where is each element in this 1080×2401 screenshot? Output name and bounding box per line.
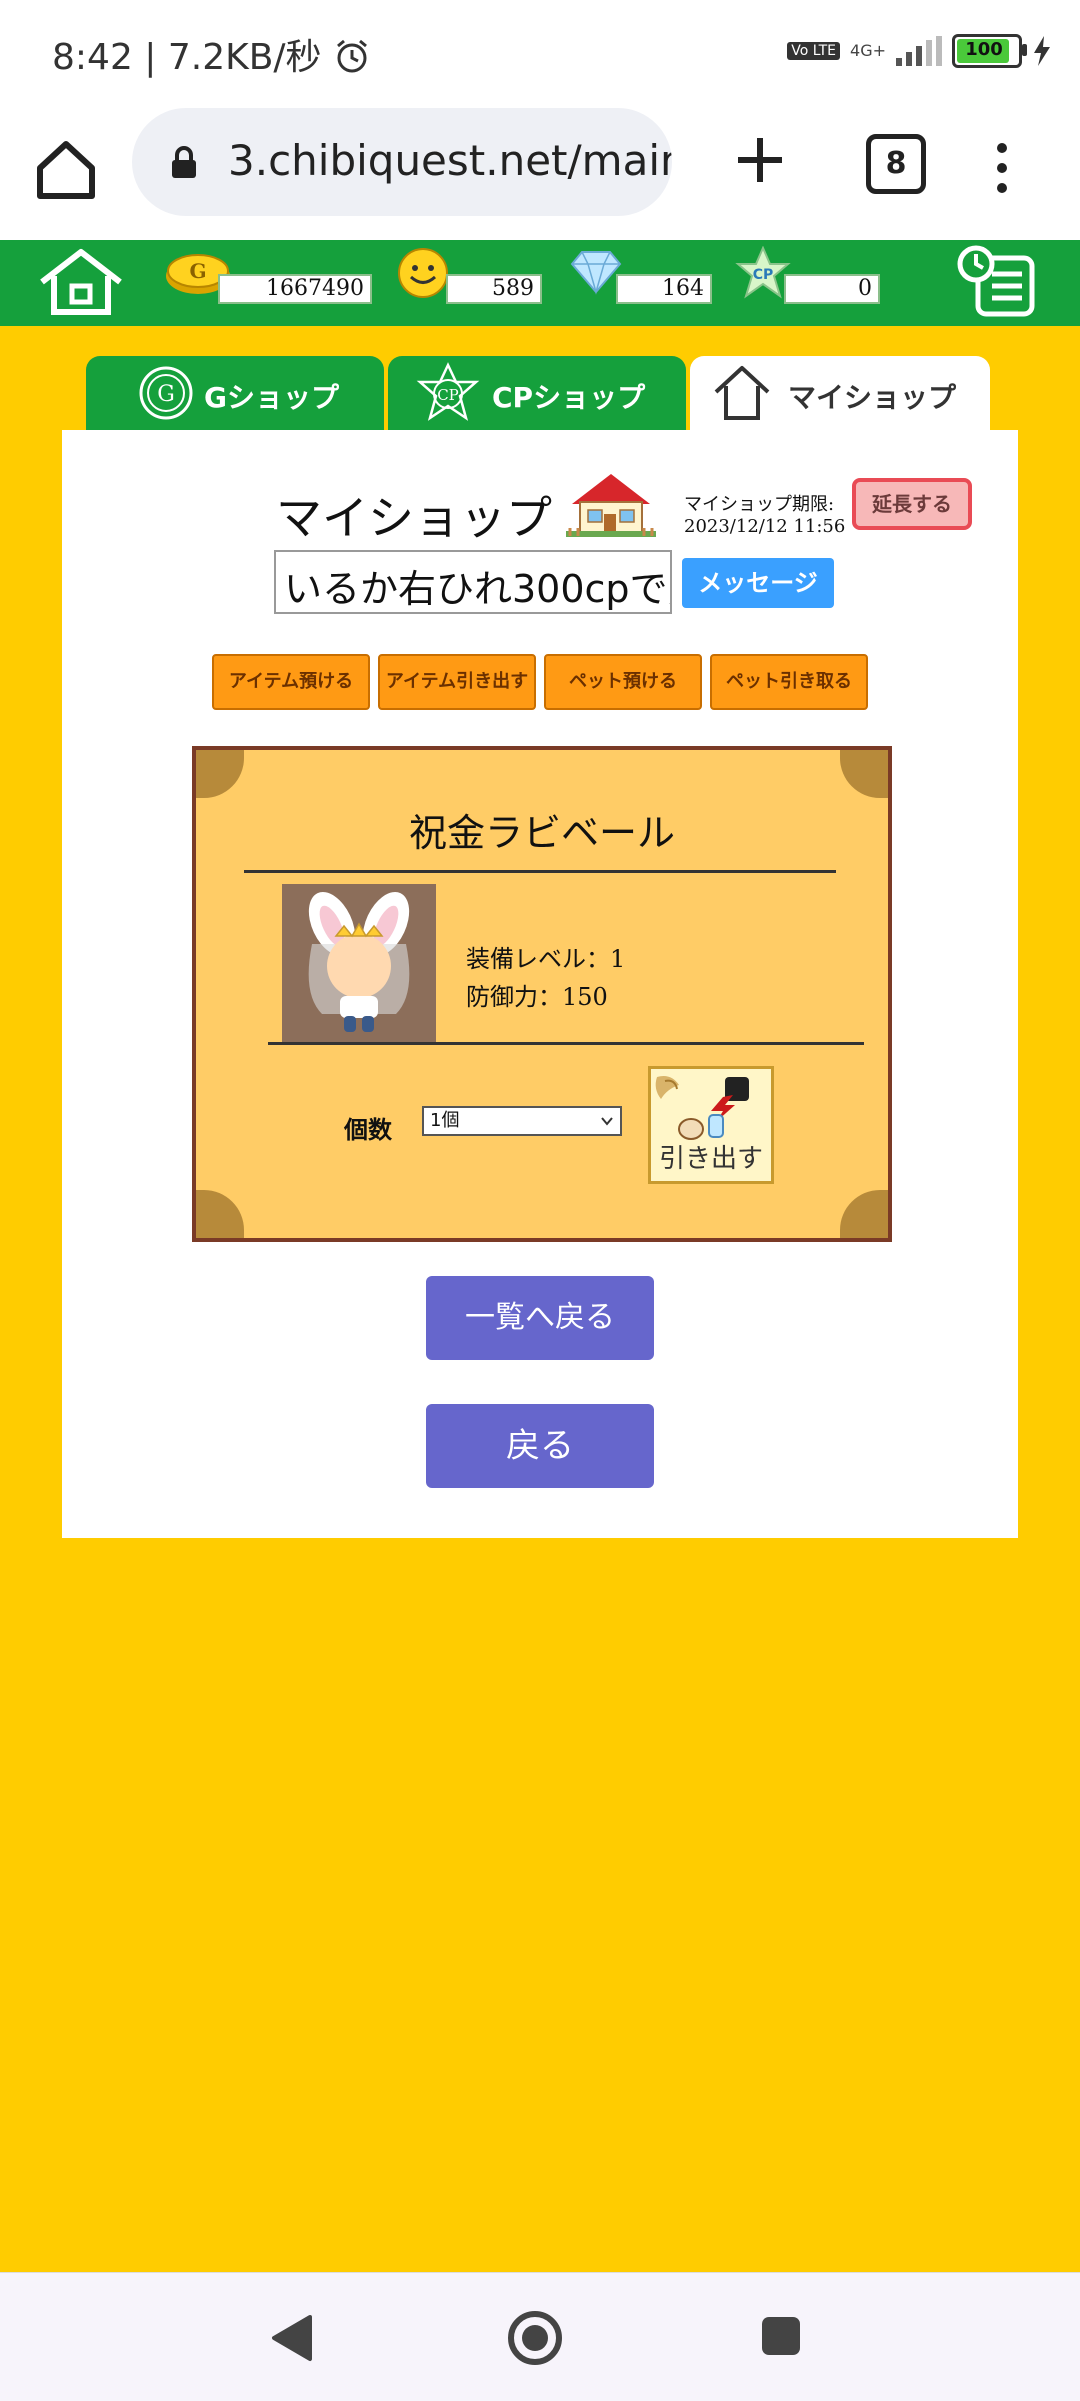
diamond-value: 164: [616, 274, 712, 304]
cp-star-outline-icon: CP: [416, 362, 480, 421]
withdraw-label: 引き出す: [658, 1144, 763, 1174]
item-image: [282, 884, 436, 1042]
expiry-label: マイショップ期限:: [684, 494, 835, 515]
smiley-icon: [398, 248, 448, 298]
divider: [244, 870, 836, 873]
game-home-icon[interactable]: [36, 246, 126, 318]
battery-icon: 100: [952, 34, 1027, 68]
bunny-veil-character-icon: [308, 892, 410, 1032]
deposit-pet-button[interactable]: ペット預ける: [544, 654, 702, 710]
house-outline-icon: [714, 366, 770, 420]
extend-button[interactable]: 延長する: [852, 478, 972, 530]
corner-ornament: [840, 1190, 888, 1238]
tab-my-shop-label: マイショップ: [788, 381, 957, 414]
status-time-text: 8:42 | 7.2KB/秒: [52, 37, 322, 78]
chevron-down-icon: [601, 1117, 613, 1126]
tab-g-shop[interactable]: G Gショップ: [86, 356, 384, 430]
gold-counter: G 1667490: [164, 254, 372, 304]
shop-house-icon: [566, 474, 656, 537]
back-to-list-button[interactable]: 一覧へ戻る: [426, 1276, 654, 1360]
page-title: マイショップ: [276, 491, 552, 545]
divider: [268, 1042, 864, 1045]
deposit-item-button[interactable]: アイテム預ける: [212, 654, 370, 710]
smile-value: 589: [446, 274, 542, 304]
game-header: G 1667490 589 164 CP 0: [0, 240, 1080, 326]
quantity-label: 個数: [344, 1116, 392, 1144]
withdraw-button[interactable]: 引き出す: [648, 1066, 774, 1184]
tab-my-shop[interactable]: マイショップ: [690, 356, 990, 430]
svg-text:CP: CP: [753, 267, 774, 283]
cp-counter: CP 0: [734, 246, 880, 304]
gold-value: 1667490: [218, 274, 372, 304]
svg-text:G: G: [189, 259, 206, 283]
tab-switcher-button[interactable]: 8: [866, 134, 926, 194]
cp-value: 0: [784, 274, 880, 304]
quantity-selected-value: 1個: [430, 1110, 460, 1131]
g-coin-icon: G: [139, 366, 193, 420]
status-time-speed: 8:42 | 7.2KB/秒: [52, 28, 371, 80]
message-input[interactable]: いるか右ひれ300cpで買: [274, 550, 672, 614]
more-menu-icon[interactable]: [990, 138, 1014, 198]
withdraw-item-button[interactable]: アイテム引き出す: [378, 654, 536, 710]
tab-cp-shop[interactable]: CP CPショップ: [388, 356, 686, 430]
system-nav-bar: [0, 2272, 1080, 2401]
recent-apps-icon[interactable]: [760, 2315, 802, 2357]
history-menu-icon[interactable]: [956, 244, 1040, 320]
item-name: 祝金ラビベール: [408, 811, 675, 855]
signal-icon: [896, 36, 942, 66]
charging-icon: [1034, 36, 1050, 66]
quantity-select[interactable]: 1個: [422, 1106, 622, 1136]
new-tab-icon[interactable]: [730, 130, 790, 190]
battery-level: 100: [965, 39, 1003, 60]
browser-toolbar: 3.chibiquest.net/main 8: [0, 108, 1080, 240]
volte-badge: Vo LTE: [787, 42, 841, 60]
svg-text:G: G: [157, 382, 175, 407]
tab-g-shop-label: Gショップ: [204, 381, 339, 414]
item-detail-card: 祝金ラビベール 装備レベル：1 防御力：150 個数 1個 引き出す: [192, 746, 892, 1242]
alarm-icon: [337, 39, 367, 73]
lock-icon: [172, 146, 196, 178]
item-stats: 装備レベル：1 防御力：150: [466, 940, 625, 1016]
diamond-counter: 164: [566, 251, 712, 304]
back-button[interactable]: 戻る: [426, 1404, 654, 1488]
home-circle-icon[interactable]: [506, 2309, 564, 2367]
expiry-date: 2023/12/12 11:56: [684, 516, 846, 537]
status-bar: 8:42 | 7.2KB/秒 Vo LTE 4G+ 100: [0, 0, 1080, 108]
shop-tabs: G Gショップ CP CPショップ マイショップ: [86, 356, 990, 430]
svg-text:CP: CP: [437, 386, 459, 404]
home-icon[interactable]: [30, 134, 102, 206]
myshop-panel: マイショップ マイショップ期限: 2023/12/12 11:56 延長する い…: [62, 430, 1018, 1538]
status-icons: Vo LTE 4G+ 100: [787, 34, 1052, 68]
item-equip-level: 装備レベル：1: [466, 945, 626, 973]
withdraw-items-icon: [655, 1076, 749, 1140]
corner-ornament: [196, 1190, 244, 1238]
back-triangle-icon[interactable]: [270, 2313, 314, 2363]
smile-counter: 589: [396, 248, 542, 304]
corner-ornament: [840, 750, 888, 798]
item-defense: 防御力：150: [466, 983, 608, 1011]
url-text: 3.chibiquest.net/main: [228, 136, 672, 185]
network-type: 4G+: [850, 41, 886, 60]
tab-cp-shop-label: CPショップ: [492, 381, 646, 414]
corner-ornament: [196, 750, 244, 798]
address-bar[interactable]: 3.chibiquest.net/main: [132, 108, 672, 216]
shop-action-buttons: アイテム預ける アイテム引き出す ペット預ける ペット引き取る: [212, 654, 868, 710]
message-button[interactable]: メッセージ: [682, 558, 834, 608]
collect-pet-button[interactable]: ペット引き取る: [710, 654, 868, 710]
shop-expiry: マイショップ期限: 2023/12/12 11:56: [684, 494, 845, 538]
